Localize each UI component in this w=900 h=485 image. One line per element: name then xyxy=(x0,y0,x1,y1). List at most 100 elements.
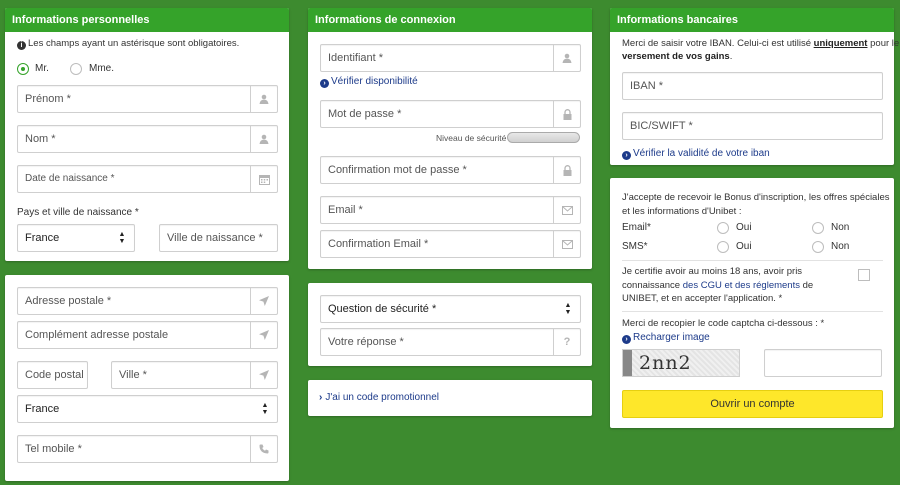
iban-input[interactable]: IBAN * xyxy=(622,72,883,100)
firstname-placeholder: Prénom * xyxy=(25,93,71,105)
email-placeholder: Email * xyxy=(328,204,363,216)
firstname-input[interactable]: Prénom * xyxy=(17,85,278,113)
security-level-label: Niveau de sécurité xyxy=(436,133,507,143)
postcode-placeholder: Code postal xyxy=(25,369,84,381)
country-value: France xyxy=(25,403,60,415)
address-panel: Adresse postale * Complément adresse pos… xyxy=(5,275,289,481)
info-icon: i xyxy=(17,41,26,50)
email-consent-label: Email* xyxy=(622,222,651,233)
birthdate-input[interactable]: Date de naissance * xyxy=(17,165,278,193)
age-certify-line1: Je certifie avoir au moins 18 ans, avoir… xyxy=(622,266,803,277)
address-complement-input[interactable]: Complément adresse postale xyxy=(17,321,278,349)
street-input[interactable]: Adresse postale * xyxy=(17,287,278,315)
sms-consent-yes-radio[interactable] xyxy=(717,241,729,253)
captcha-input[interactable] xyxy=(764,349,882,377)
connection-info-title: Informations de connexion xyxy=(308,8,592,32)
email-input[interactable]: Email * xyxy=(320,196,581,224)
email-consent-yes-radio[interactable] xyxy=(717,222,729,234)
chevron-right-icon: › xyxy=(319,392,323,403)
email-consent-no-radio[interactable] xyxy=(812,222,824,234)
birth-country-value: France xyxy=(25,232,60,244)
civility-mme-label: Mme. xyxy=(89,63,114,74)
sms-consent-no-label: Non xyxy=(831,241,850,252)
mobile-input[interactable]: Tel mobile * xyxy=(17,435,278,463)
city-input[interactable]: Ville * xyxy=(111,361,278,389)
identifier-input[interactable]: Identifiant * xyxy=(320,44,581,72)
sms-consent-label: SMS* xyxy=(622,241,648,252)
lock-icon xyxy=(553,101,580,127)
chevron-right-icon: › xyxy=(622,335,631,344)
terms-link[interactable]: des CGU et des réglements xyxy=(683,280,800,291)
promo-panel: › J'ai un code promotionnel xyxy=(308,380,592,416)
consent-panel: J'accepte de recevoir le Bonus d'inscrip… xyxy=(610,178,894,428)
password-input[interactable]: Mot de passe * xyxy=(320,100,581,128)
identifier-placeholder: Identifiant * xyxy=(328,52,384,64)
civility-mme-radio[interactable] xyxy=(70,63,82,75)
envelope-icon xyxy=(553,231,580,257)
mobile-placeholder: Tel mobile * xyxy=(25,443,82,455)
chevron-right-icon: › xyxy=(320,79,329,88)
birth-country-select[interactable]: France ▲ ▼ xyxy=(17,224,135,252)
lastname-input[interactable]: Nom * xyxy=(17,125,278,153)
bic-placeholder: BIC/SWIFT * xyxy=(630,120,693,132)
sms-consent-no-radio[interactable] xyxy=(812,241,824,253)
bank-intro-line2: versement de vos gains. xyxy=(622,51,733,62)
required-note: i Les champs ayant un astérisque sont obl… xyxy=(17,38,239,50)
bank-info-title: Informations bancaires xyxy=(610,8,894,32)
user-icon xyxy=(250,86,277,112)
select-caret-icon: ▲ ▼ xyxy=(564,302,572,316)
age-certify-line2: connaissance des CGU et des réglements d… xyxy=(622,280,814,291)
calendar-icon[interactable] xyxy=(250,166,277,192)
street-placeholder: Adresse postale * xyxy=(25,295,112,307)
chevron-right-icon: › xyxy=(622,151,631,160)
password-strength-bar xyxy=(507,132,580,143)
location-arrow-icon[interactable] xyxy=(250,288,277,314)
country-select[interactable]: France ▲ ▼ xyxy=(17,395,278,423)
security-answer-input[interactable]: Votre réponse * ? xyxy=(320,328,581,356)
bank-intro-line1: Merci de saisir votre IBAN. Celui-ci est… xyxy=(622,38,900,49)
reload-captcha-link[interactable]: › Recharger image xyxy=(622,332,710,344)
lock-icon xyxy=(553,157,580,183)
user-icon xyxy=(553,45,580,71)
captcha-prompt: Merci de recopier le code captcha ci-des… xyxy=(622,318,825,329)
select-caret-icon: ▲ ▼ xyxy=(261,402,269,416)
password-confirm-input[interactable]: Confirmation mot de passe * xyxy=(320,156,581,184)
location-arrow-icon[interactable] xyxy=(250,322,277,348)
select-caret-icon: ▲ ▼ xyxy=(118,231,126,245)
personal-info-title: Informations personnelles xyxy=(5,8,289,32)
password-confirm-placeholder: Confirmation mot de passe * xyxy=(328,164,467,176)
envelope-icon xyxy=(553,197,580,223)
verify-iban-link[interactable]: › Vérifier la validité de votre iban xyxy=(622,148,770,160)
bic-input[interactable]: BIC/SWIFT * xyxy=(622,112,883,140)
age-certify-checkbox[interactable] xyxy=(858,269,870,281)
password-placeholder: Mot de passe * xyxy=(328,108,402,120)
iban-placeholder: IBAN * xyxy=(630,80,664,92)
location-arrow-icon[interactable] xyxy=(250,362,277,388)
user-icon xyxy=(250,126,277,152)
captcha-image: 2nn2 xyxy=(622,349,740,377)
lastname-placeholder: Nom * xyxy=(25,133,56,145)
connection-info-panel: Informations de connexion Identifiant * … xyxy=(308,8,592,269)
birth-city-placeholder: Ville de naissance * xyxy=(167,232,263,244)
divider xyxy=(622,311,883,312)
open-account-button[interactable]: Ouvrir un compte xyxy=(622,390,883,418)
promo-code-link[interactable]: › J'ai un code promotionnel xyxy=(319,392,439,403)
civility-mr-radio[interactable] xyxy=(17,63,29,75)
bank-info-panel: Informations bancaires Merci de saisir v… xyxy=(610,8,899,165)
question-mark-icon: ? xyxy=(553,329,580,355)
phone-icon xyxy=(250,436,277,462)
bonus-consent-line1: J'accepte de recevoir le Bonus d'inscrip… xyxy=(622,192,890,203)
postcode-input[interactable]: Code postal xyxy=(17,361,88,389)
security-question-panel: Question de sécurité * ▲ ▼ Votre réponse … xyxy=(308,283,592,366)
personal-info-panel: Informations personnelles i Les champs ay… xyxy=(5,8,289,261)
security-question-value: Question de sécurité * xyxy=(328,303,437,315)
security-answer-placeholder: Votre réponse * xyxy=(328,336,404,348)
email-confirm-input[interactable]: Confirmation Email * xyxy=(320,230,581,258)
security-question-select[interactable]: Question de sécurité * ▲ ▼ xyxy=(320,295,581,323)
divider xyxy=(622,260,883,261)
age-certify-line3: UNIBET, et en accepter l'application. * xyxy=(622,293,783,304)
check-availability-link[interactable]: › Vérifier disponibilité xyxy=(320,76,418,88)
birth-city-input[interactable]: Ville de naissance * xyxy=(159,224,278,252)
city-placeholder: Ville * xyxy=(119,369,147,381)
civility-mr-label: Mr. xyxy=(35,63,49,74)
